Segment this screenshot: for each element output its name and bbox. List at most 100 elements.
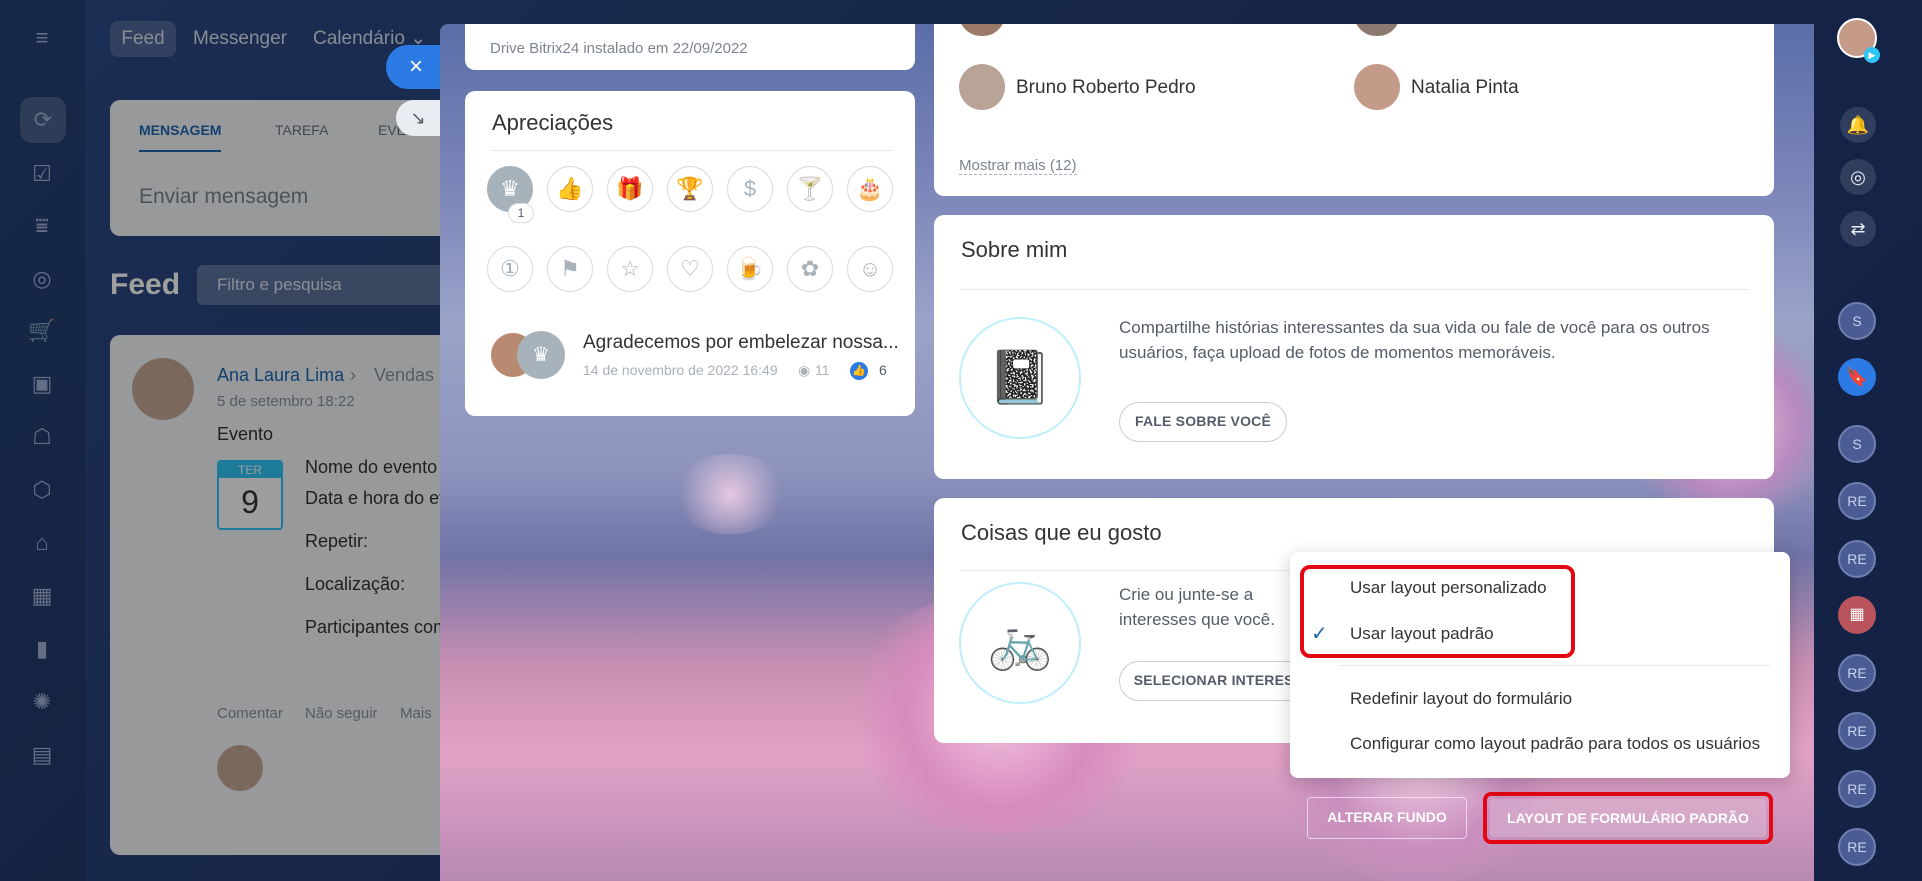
divider bbox=[492, 150, 892, 151]
about-text: Compartilhe histórias interessantes da s… bbox=[1119, 318, 1710, 362]
thumbs-up-icon[interactable]: 👍 bbox=[547, 166, 593, 212]
avatar bbox=[217, 745, 263, 791]
contact-avatar[interactable]: S bbox=[1838, 425, 1876, 463]
chevron-right-icon: › bbox=[350, 365, 356, 385]
gift-icon[interactable]: 🎁 bbox=[607, 166, 653, 212]
person-name[interactable]: Natalia Pinta bbox=[1411, 77, 1519, 99]
menu-item-set-default-all[interactable]: Configurar como layout padrão para todos… bbox=[1350, 734, 1760, 754]
collapse-icon[interactable]: ↘ bbox=[396, 100, 440, 136]
flower-icon[interactable]: ✿ bbox=[787, 246, 833, 292]
beer-icon[interactable]: 🍺 bbox=[727, 246, 773, 292]
money-bag-icon[interactable]: $ bbox=[727, 166, 773, 212]
calendar-icon[interactable]: ▦ bbox=[1838, 596, 1876, 634]
bookmark-icon[interactable]: 🔖 bbox=[1838, 358, 1876, 396]
bicycle-icon: 🚲 bbox=[959, 582, 1081, 704]
box-nav-icon[interactable]: ⬡ bbox=[28, 476, 56, 504]
nav-feed[interactable]: Feed bbox=[110, 21, 176, 57]
check-icon: ✓ bbox=[1311, 623, 1328, 645]
crown-icon: ♛ bbox=[517, 331, 565, 379]
appreciations-title: Apreciações bbox=[492, 110, 614, 135]
avatar[interactable] bbox=[132, 358, 194, 420]
store-nav-icon[interactable]: ⌂ bbox=[28, 529, 56, 557]
post-type: Evento bbox=[217, 424, 274, 444]
tab-message[interactable]: MENSAGEM bbox=[139, 122, 222, 152]
target-icon[interactable]: ◎ bbox=[1840, 159, 1876, 195]
play-icon: ▶ bbox=[1864, 47, 1880, 63]
contact-avatar[interactable]: RE bbox=[1838, 828, 1876, 866]
contact-avatar[interactable]: RE bbox=[1838, 770, 1876, 808]
comment-link[interactable]: Comentar bbox=[217, 705, 283, 722]
nav-messenger[interactable]: Messenger bbox=[193, 21, 287, 57]
drive-note: Drive Bitrix24 instalado em 22/09/2022 bbox=[490, 40, 748, 57]
change-background-button[interactable]: ALTERAR FUNDO bbox=[1307, 797, 1467, 839]
appreciation-date: 14 de novembro de 2022 16:49 bbox=[583, 362, 778, 378]
contact-avatar[interactable]: RE bbox=[1838, 482, 1876, 520]
docs-nav-icon[interactable]: ▤ bbox=[28, 741, 56, 769]
heart-icon[interactable]: ♡ bbox=[667, 246, 713, 292]
people-card: Bruno Roberto Pedro Natalia Pinta Mostra… bbox=[934, 24, 1774, 196]
menu-divider bbox=[1340, 665, 1770, 666]
views-count: 11 bbox=[815, 362, 830, 378]
calendar-day-name: TER bbox=[219, 462, 281, 478]
feed-title: Feed bbox=[110, 268, 181, 301]
menu-item-custom-layout[interactable]: Usar layout personalizado bbox=[1350, 578, 1547, 598]
crm-nav-icon[interactable]: ⩸ bbox=[28, 212, 56, 240]
cart-nav-icon[interactable]: 🛒 bbox=[28, 317, 56, 345]
appreciation-text[interactable]: Agradecemos por embelezar nossa... bbox=[583, 332, 899, 354]
appreciations-card: Apreciações ♛ 1 👍 🎁 🏆 $ 🍸 🎂 ① ⚑ ☆ ♡ 🍺 ✿ … bbox=[465, 91, 915, 416]
divider bbox=[961, 289, 1749, 290]
post-author[interactable]: Ana Laura Lima bbox=[217, 365, 344, 386]
goals-nav-icon[interactable]: ◎ bbox=[28, 265, 56, 293]
contact-center-nav-icon[interactable]: ▣ bbox=[28, 370, 56, 398]
menu-icon[interactable]: ≡ bbox=[28, 24, 56, 52]
search-input[interactable]: Filtro e pesquisa bbox=[197, 265, 457, 305]
more-link[interactable]: Mais bbox=[400, 705, 432, 722]
show-more-link[interactable]: Mostrar mais (12) bbox=[959, 157, 1077, 175]
feed-post: Ana Laura Lima › Vendas 5 de setembro 18… bbox=[110, 335, 483, 855]
avatar[interactable] bbox=[959, 24, 1005, 36]
analytics-nav-icon[interactable]: ▮ bbox=[28, 635, 56, 663]
sync-icon[interactable]: ⇄ bbox=[1840, 211, 1876, 247]
unfollow-link[interactable]: Não seguir bbox=[305, 705, 378, 722]
left-sidebar: ≡ ⟳ ☑ ⩸ ◎ 🛒 ▣ ☖ ⬡ ⌂ ▦ ▮ ✺ ▤ bbox=[0, 0, 85, 881]
tasks-nav-icon[interactable]: ☑ bbox=[28, 160, 56, 188]
like-icon: 👍 bbox=[850, 362, 868, 380]
star-icon[interactable]: ☆ bbox=[607, 246, 653, 292]
number-one-icon[interactable]: ① bbox=[487, 246, 533, 292]
smile-icon[interactable]: ☺ bbox=[847, 246, 893, 292]
flag-icon[interactable]: ⚑ bbox=[547, 246, 593, 292]
flower-decoration bbox=[670, 454, 790, 534]
tab-task[interactable]: TAREFA bbox=[275, 122, 328, 138]
contact-avatar[interactable]: S bbox=[1838, 302, 1876, 340]
menu-item-reset-layout[interactable]: Redefinir layout do formulário bbox=[1350, 689, 1572, 709]
contact-avatar[interactable]: RE bbox=[1838, 540, 1876, 578]
avatar[interactable] bbox=[959, 64, 1005, 110]
menu-item-default-layout[interactable]: Usar layout padrão bbox=[1350, 624, 1494, 644]
event-field: Participantes com bbox=[305, 617, 449, 637]
cake-icon[interactable]: 🎂 bbox=[847, 166, 893, 212]
default-layout-button[interactable]: LAYOUT DE FORMULÁRIO PADRÃO bbox=[1490, 799, 1766, 837]
avatar[interactable] bbox=[1354, 24, 1400, 36]
calendar-nav-icon[interactable]: ▦ bbox=[28, 582, 56, 610]
contact-avatar[interactable]: RE bbox=[1838, 712, 1876, 750]
badge-count: 1 bbox=[508, 203, 534, 223]
about-card: Sobre mim 📓 Compartilhe histórias intere… bbox=[934, 215, 1774, 479]
contact-avatar[interactable]: RE bbox=[1838, 654, 1876, 692]
robot-nav-icon[interactable]: ☖ bbox=[28, 423, 56, 451]
post-date[interactable]: 5 de setembro 18:22 bbox=[217, 393, 355, 410]
trophy-icon[interactable]: 🏆 bbox=[667, 166, 713, 212]
event-field: Repetir: bbox=[305, 531, 369, 551]
person-name[interactable]: Bruno Roberto Pedro bbox=[1016, 77, 1196, 99]
likes-count: 6 bbox=[879, 362, 887, 378]
likes-text: Crie ou junte-se a interesses que você. bbox=[1119, 585, 1275, 629]
post-destination[interactable]: Vendas bbox=[374, 365, 434, 386]
feed-nav-icon[interactable]: ⟳ bbox=[20, 97, 66, 143]
avatar[interactable] bbox=[1354, 64, 1400, 110]
about-title: Sobre mim bbox=[961, 237, 1068, 262]
about-button[interactable]: FALE SOBRE VOCÊ bbox=[1119, 402, 1287, 442]
composer-input[interactable]: Enviar mensagem bbox=[139, 185, 308, 209]
bell-icon[interactable]: 🔔 bbox=[1840, 107, 1876, 143]
settings-nav-icon[interactable]: ✺ bbox=[28, 688, 56, 716]
close-icon[interactable]: × bbox=[386, 45, 446, 89]
cocktail-icon[interactable]: 🍸 bbox=[787, 166, 833, 212]
